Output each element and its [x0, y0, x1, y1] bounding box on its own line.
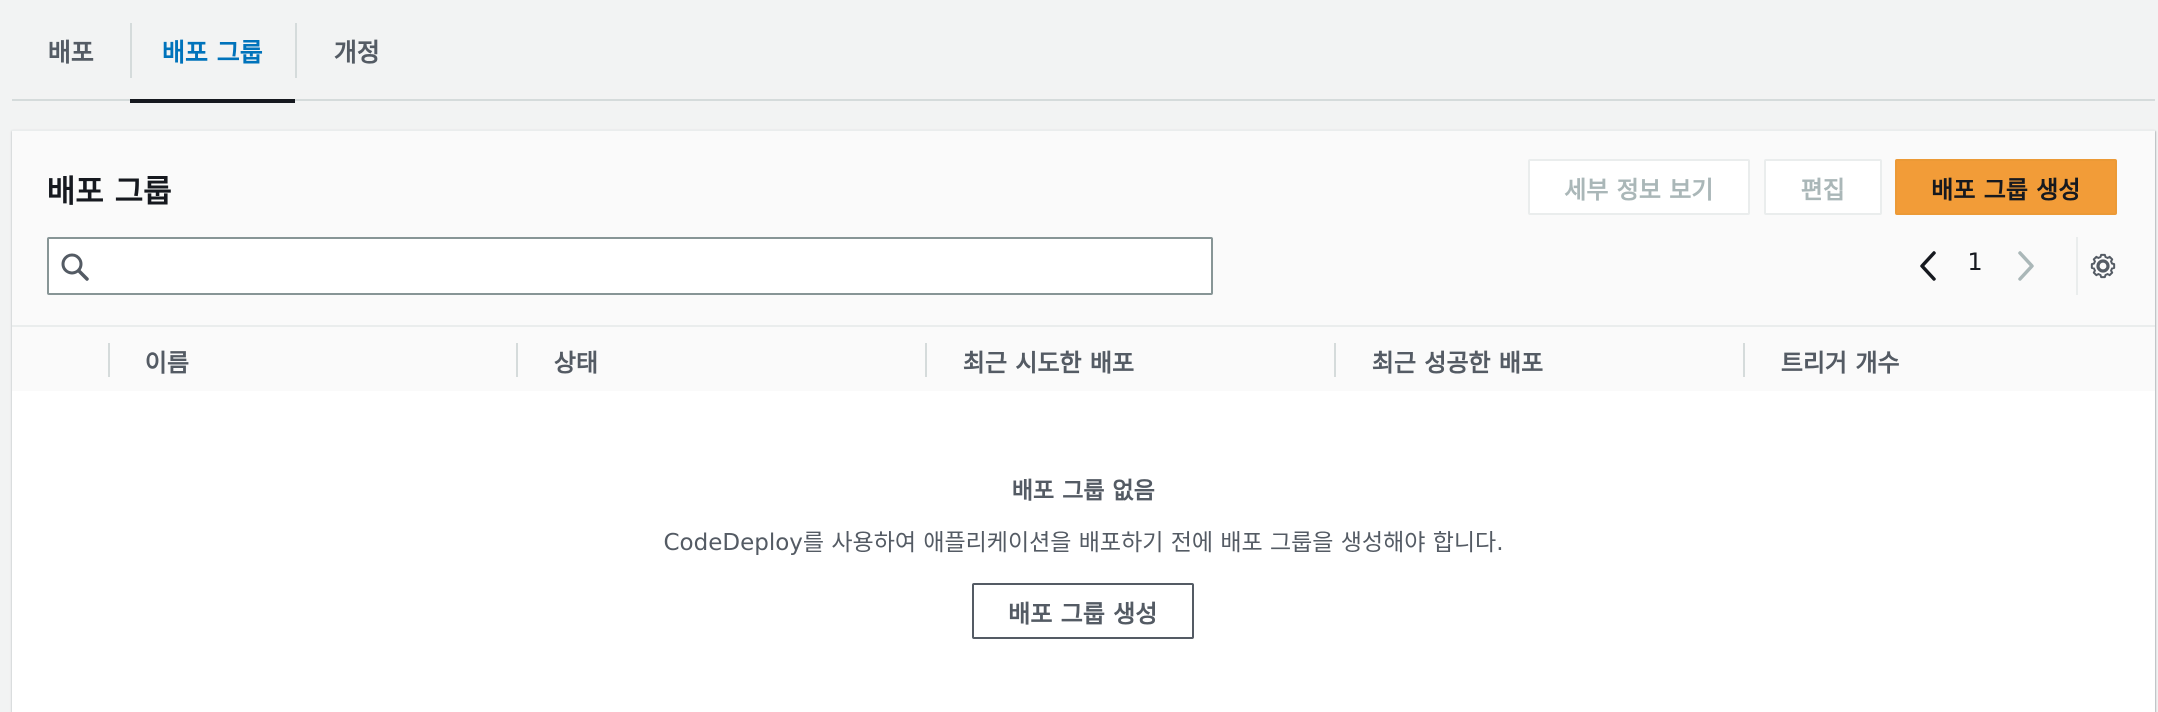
- table-body: 배포 그룹 없음 CodeDeploy를 사용하여 애플리케이션을 배포하기 전…: [12, 391, 2155, 712]
- column-divider[interactable]: [516, 343, 518, 377]
- column-divider: [108, 343, 110, 377]
- column-header-name[interactable]: 이름: [145, 327, 189, 393]
- search-icon: [61, 253, 89, 281]
- create-deployment-group-button[interactable]: 배포 그룹 생성: [1895, 159, 2117, 215]
- column-header-last-successful[interactable]: 최근 성공한 배포: [1372, 327, 1543, 393]
- column-header-status[interactable]: 상태: [554, 327, 598, 393]
- pagination-divider: [2076, 237, 2078, 295]
- empty-state-create-button[interactable]: 배포 그룹 생성: [972, 583, 1194, 639]
- empty-state-description: CodeDeploy를 사용하여 애플리케이션을 배포하기 전에 배포 그룹을 …: [663, 530, 1504, 556]
- search-box[interactable]: [47, 237, 1213, 295]
- column-header-trigger-count[interactable]: 트리거 개수: [1781, 327, 1900, 393]
- current-page-number[interactable]: 1: [1960, 248, 1990, 284]
- gear-icon[interactable]: [2080, 243, 2126, 289]
- edit-button[interactable]: 편집: [1764, 159, 1882, 215]
- tab-deployments[interactable]: 배포: [12, 0, 130, 101]
- tab-revisions[interactable]: 개정: [297, 0, 417, 101]
- empty-state-title: 배포 그룹 없음: [1012, 478, 1155, 504]
- view-details-button[interactable]: 세부 정보 보기: [1528, 159, 1750, 215]
- column-divider[interactable]: [1334, 343, 1336, 377]
- panel-title: 배포 그룹: [47, 174, 172, 210]
- chevron-left-icon[interactable]: [1912, 243, 1946, 289]
- tab-deployment-groups[interactable]: 배포 그룹: [130, 0, 295, 103]
- column-header-last-attempted[interactable]: 최근 시도한 배포: [963, 327, 1134, 393]
- chevron-right-icon[interactable]: [2008, 243, 2042, 289]
- deployment-groups-panel: 배포 그룹 세부 정보 보기 편집 배포 그룹 생성 1 이름 상태 최근 시도…: [12, 130, 2155, 712]
- tab-bar: 배포 배포 그룹 개정: [12, 0, 2155, 103]
- column-divider[interactable]: [1743, 343, 1745, 377]
- column-divider[interactable]: [925, 343, 927, 377]
- table-header: 이름 상태 최근 시도한 배포 최근 성공한 배포 트리거 개수: [12, 325, 2155, 391]
- search-input[interactable]: [105, 239, 1203, 293]
